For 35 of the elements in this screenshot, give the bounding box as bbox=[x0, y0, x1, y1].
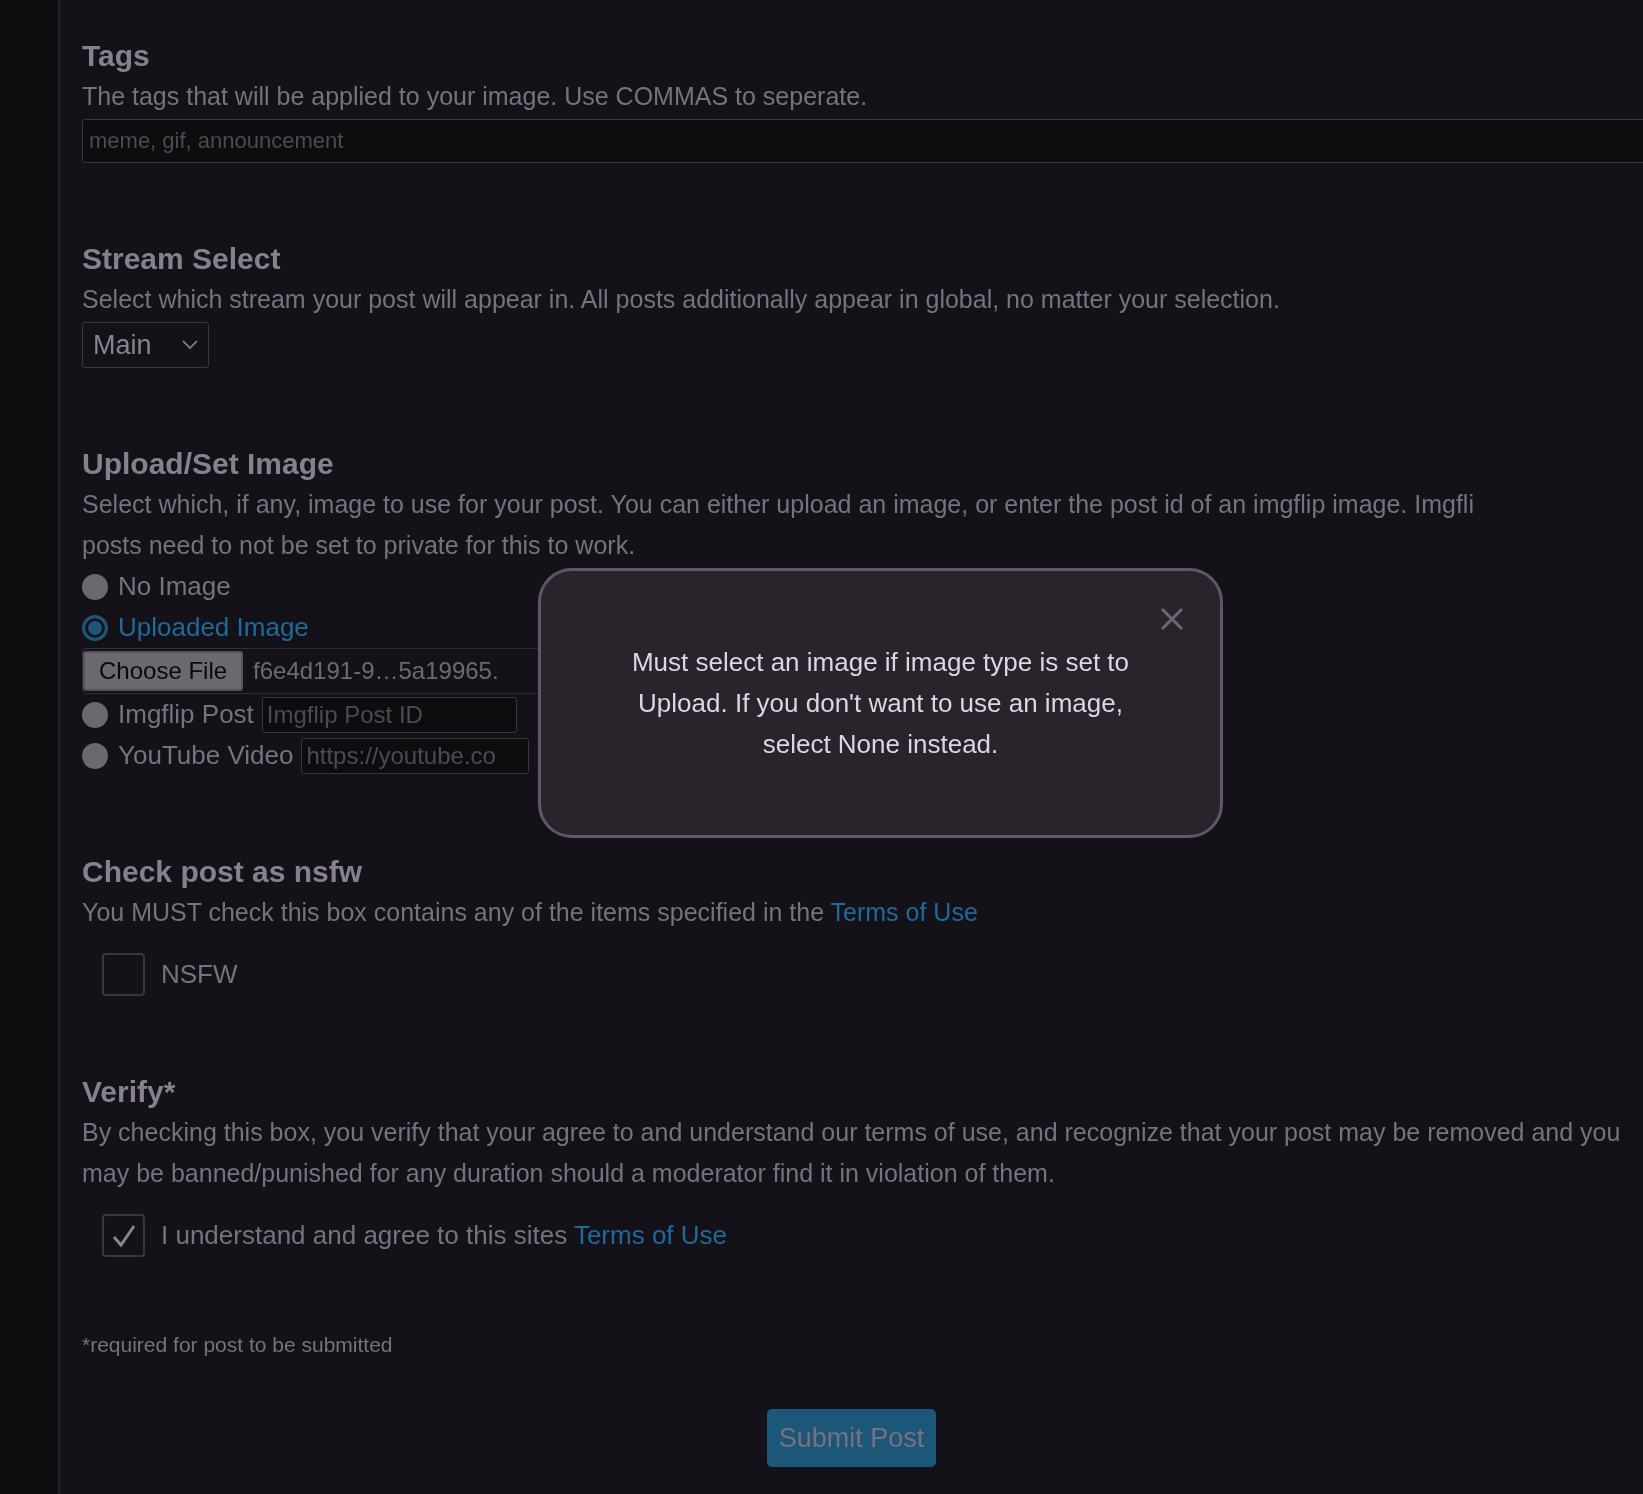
checkbox[interactable] bbox=[102, 1214, 145, 1257]
section-heading: Verify* bbox=[82, 1074, 177, 1110]
text-input-field[interactable]: Imgflip Post ID bbox=[261, 696, 517, 733]
checkbox-label[interactable]: I understand and agree to this sites Terms of Use bbox=[161, 1220, 728, 1251]
radio-label[interactable]: No Image bbox=[118, 571, 231, 602]
radio-label[interactable]: YouTube Video bbox=[118, 740, 294, 771]
footnote: *required for post to be submitted bbox=[82, 1333, 394, 1357]
terms-link[interactable]: Terms of Use bbox=[830, 898, 978, 926]
section-heading: Stream Select bbox=[82, 241, 282, 277]
file-name: f6e4d191-9…5a19965. bbox=[253, 657, 499, 685]
radio-label[interactable]: Uploaded Image bbox=[118, 612, 309, 643]
section-description: posts need to not be set to private for this to work. bbox=[82, 530, 637, 561]
section-description: Select which, if any, image to use for your post. You can either upload an image, or enter the post id of an imgflip image. Imgfli bbox=[82, 489, 1475, 520]
radio-label[interactable]: Imgflip Post bbox=[118, 699, 254, 730]
stream-select[interactable]: Main bbox=[82, 322, 209, 368]
dialog-message: Must select an image if image type is set to Upload. If you don't want to use an image, select None instead. bbox=[630, 645, 1131, 761]
close-icon[interactable] bbox=[1160, 607, 1184, 631]
checkbox-label[interactable]: NSFW bbox=[161, 959, 238, 990]
section-heading: Check post as nsfw bbox=[82, 854, 364, 890]
chevron-down-icon bbox=[181, 340, 198, 350]
checkbox[interactable] bbox=[102, 953, 145, 996]
tags-input-field[interactable]: meme, gif, announcement bbox=[82, 119, 1643, 163]
section-description: By checking this box, you verify that your agree to and understand our terms of use, and recognize that your post may be removed and you may be banned/punished for any duration should a moderator find it in violation of them. bbox=[82, 1117, 1622, 1189]
section-description: The tags that will be applied to your image. Use COMMAS to seperate. bbox=[82, 81, 869, 112]
terms-link[interactable]: Terms of Use bbox=[573, 1220, 728, 1250]
radio-button[interactable] bbox=[82, 701, 108, 728]
section-heading: Tags bbox=[82, 38, 151, 74]
section-description: You MUST check this box contains any of the items specified in the Terms of Use bbox=[82, 897, 979, 928]
section-heading: Upload/Set Image bbox=[82, 446, 335, 482]
radio-button[interactable] bbox=[82, 573, 108, 600]
radio-button[interactable] bbox=[82, 742, 108, 769]
text-input-field[interactable]: https://youtube.co bbox=[301, 737, 530, 774]
choose-file-button[interactable]: Choose File bbox=[83, 651, 244, 691]
radio-button[interactable] bbox=[82, 614, 108, 641]
section-description: Select which stream your post will appear in. All posts additionally appear in global, no matter your selection. bbox=[82, 284, 1281, 315]
